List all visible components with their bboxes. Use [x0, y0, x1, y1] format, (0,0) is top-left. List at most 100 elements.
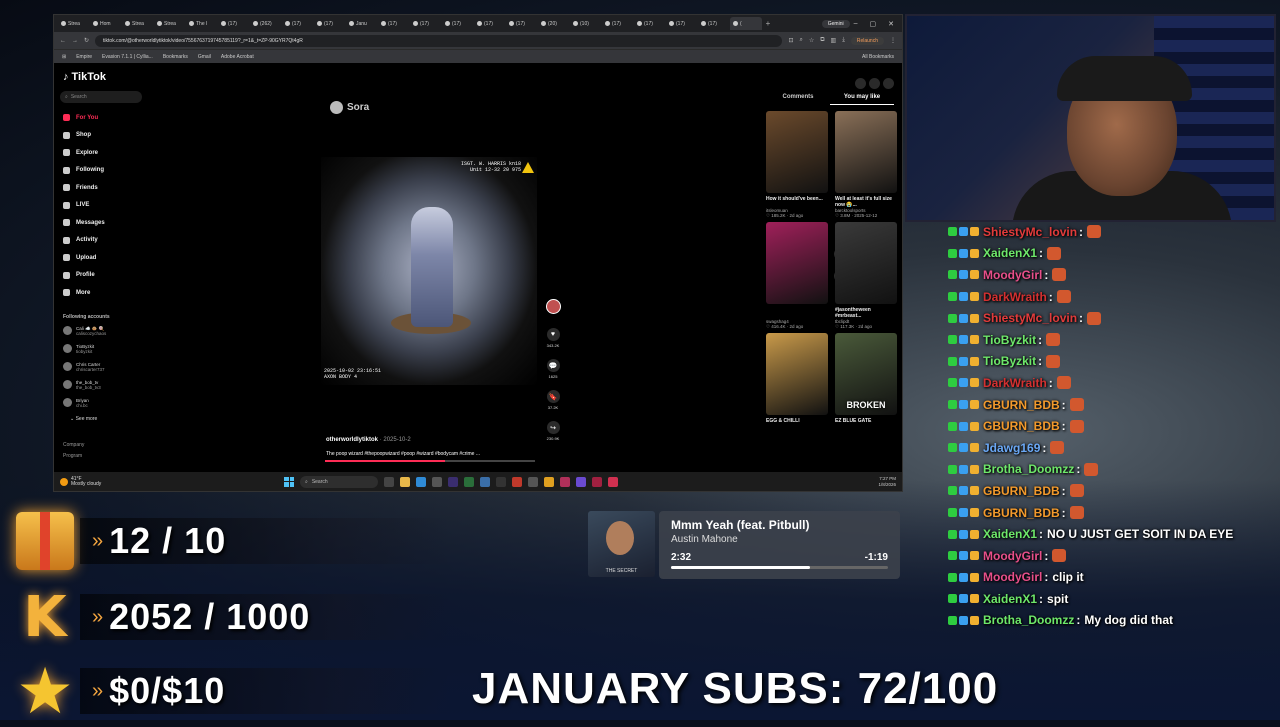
sidebar-item-for-you[interactable]: For You — [60, 109, 148, 127]
download-icon[interactable]: ⤓ — [842, 37, 845, 44]
browser-tab[interactable]: ( — [730, 17, 762, 30]
browser-tab[interactable]: (17) — [634, 17, 666, 30]
file-explorer-icon[interactable] — [400, 476, 410, 487]
action-comment[interactable]: 💬 1625 — [546, 359, 560, 390]
browser-tab[interactable]: (262) — [250, 17, 282, 30]
browser-tab[interactable]: (17) — [378, 17, 410, 30]
suggested-video-card[interactable]: EGG & CHILLI — [766, 333, 828, 430]
sidebar-item-more[interactable]: More — [60, 284, 148, 302]
suggested-video-card[interactable]: BROKEN EZ BLUE GATE — [835, 333, 897, 430]
chrome-icon[interactable] — [544, 476, 554, 487]
search-input[interactable]: ⌕ Search — [60, 91, 142, 103]
sidebar-item-profile[interactable]: Profile — [60, 267, 148, 285]
chat-username[interactable]: GBURN_BDB — [983, 506, 1060, 520]
chat-username[interactable]: GBURN_BDB — [983, 419, 1060, 433]
relaunch-button[interactable]: Relaunch — [850, 36, 884, 45]
browser-tab[interactable]: (17) — [218, 17, 250, 30]
app-icon[interactable] — [480, 476, 490, 487]
install-icon[interactable]: ⊡ — [788, 37, 793, 44]
maximize-icon[interactable]: ▢ — [870, 20, 877, 28]
device-icon[interactable] — [869, 78, 880, 89]
sidebar-item-messages[interactable]: Messages — [60, 214, 148, 232]
sidebar-item-shop[interactable]: Shop — [60, 127, 148, 145]
bookmark-icon[interactable]: 🔖 — [546, 390, 560, 403]
browser-tab[interactable]: Strea — [154, 17, 186, 30]
sidepanel-icon[interactable]: ▥ — [831, 37, 837, 44]
chat-username[interactable]: DarkWraith — [983, 376, 1047, 390]
sidebar-item-upload[interactable]: Upload — [60, 249, 148, 267]
app-icon[interactable] — [608, 476, 618, 487]
browser-tab[interactable]: Janu — [346, 17, 378, 30]
url-field[interactable]: tiktok.com/@otherworldlytiktok/video/755… — [95, 34, 783, 47]
browser-tab[interactable]: The l — [186, 17, 218, 30]
premiere-icon[interactable] — [448, 476, 458, 487]
sidebar-item-explore[interactable]: Explore — [60, 144, 148, 162]
browser-tab[interactable]: (17) — [282, 17, 314, 30]
video-thumbnail[interactable] — [766, 111, 828, 193]
sidebar-item-live[interactable]: LIVE — [60, 197, 148, 215]
minimize-icon[interactable]: – — [854, 20, 858, 28]
bookmark-item[interactable]: Gmail — [198, 54, 211, 60]
chat-username[interactable]: GBURN_BDB — [983, 398, 1060, 412]
sidebar-item-following[interactable]: Following — [60, 162, 148, 180]
app-icon[interactable] — [592, 476, 602, 487]
browser-tab[interactable]: Strea — [122, 17, 154, 30]
video-thumbnail[interactable]: BROKEN — [835, 333, 897, 415]
gemini-button[interactable]: Gemini — [821, 19, 850, 28]
chat-username[interactable]: MoodyGirl — [983, 549, 1042, 563]
browser-tab[interactable]: (20) — [538, 17, 570, 30]
task-view-icon[interactable] — [384, 476, 394, 487]
store-icon[interactable] — [432, 476, 442, 487]
forward-icon[interactable]: → — [72, 38, 78, 44]
app-icon[interactable] — [464, 476, 474, 487]
chat-username[interactable]: XaidenX1 — [983, 246, 1037, 260]
app-icon[interactable] — [560, 476, 570, 487]
browser-tab[interactable]: Hom — [90, 17, 122, 30]
browser-tab[interactable]: (17) — [602, 17, 634, 30]
following-account[interactable]: the_bob_tv the_bob_tv3 — [63, 378, 148, 392]
suggested-video-card[interactable]: Well at least it's full size now 😭... bar… — [835, 111, 897, 218]
following-account[interactable]: Briyan chi.bc — [63, 396, 148, 410]
user-avatar[interactable] — [883, 78, 894, 89]
chat-username[interactable]: TioByzkit — [983, 354, 1036, 368]
chat-username[interactable]: Brotha_Doomzz — [983, 613, 1074, 627]
chat-username[interactable]: ShiestyMc_lovin — [983, 225, 1077, 239]
see-more-link[interactable]: ⌄ See more — [70, 416, 148, 422]
reload-icon[interactable]: ↻ — [84, 37, 89, 44]
suggested-video-card[interactable]: How it should've been... itsleomuan ♡ 185.… — [766, 111, 828, 218]
browser-tab[interactable]: (17) — [666, 17, 698, 30]
chat-username[interactable]: DarkWraith — [983, 290, 1047, 304]
new-tab-button[interactable]: + — [762, 19, 774, 28]
start-icon[interactable] — [284, 476, 294, 487]
close-icon[interactable]: ✕ — [888, 20, 894, 28]
sidebar-item-friends[interactable]: Friends — [60, 179, 148, 197]
browser-tab[interactable]: (17) — [442, 17, 474, 30]
following-account[interactable]: Chris Carter chriscarter737 — [63, 360, 148, 374]
chat-username[interactable]: ShiestyMc_lovin — [983, 311, 1077, 325]
capcut-icon[interactable] — [496, 476, 506, 487]
footer-link[interactable]: Program — [63, 451, 148, 462]
chat-username[interactable]: TioByzkit — [983, 333, 1036, 347]
extensions-icon[interactable]: ⧉ — [820, 37, 824, 44]
tab-comments[interactable]: Comments — [766, 94, 830, 105]
edge-icon[interactable] — [416, 476, 426, 487]
heart-icon[interactable]: ♥ — [546, 328, 560, 341]
suggested-video-card[interactable]: swagshag4 ♡ 416.4K · 2d ago — [766, 222, 828, 329]
weather-widget[interactable]: 41°F Mostly cloudy — [60, 476, 101, 487]
following-account[interactable]: TioByzkit tiobyzkit — [63, 342, 148, 356]
bookmark-item[interactable]: Adobe Acrobat — [221, 54, 254, 60]
chat-username[interactable]: MoodyGirl — [983, 268, 1042, 282]
footer-link[interactable]: Company — [63, 440, 148, 451]
chat-username[interactable]: Brotha_Doomzz — [983, 462, 1074, 476]
comment-icon[interactable]: 💬 — [546, 359, 560, 372]
all-bookmarks-link[interactable]: All Bookmarks — [862, 54, 894, 60]
bookmark-item[interactable]: Bookmarks — [163, 54, 188, 60]
get-app-icon[interactable] — [855, 78, 866, 89]
video-author[interactable]: otherworldlytiktok · 2025-10-2 — [326, 437, 411, 443]
following-account[interactable]: Cali ☁️ 🐵 🍭 caliscozychaos — [63, 324, 148, 338]
chat-username[interactable]: GBURN_BDB — [983, 484, 1060, 498]
share-icon[interactable]: ↪ — [546, 421, 560, 434]
video-thumbnail[interactable] — [835, 222, 897, 304]
video-progress[interactable] — [325, 460, 535, 462]
taskbar-search[interactable]: ⌕ Search — [300, 475, 378, 488]
